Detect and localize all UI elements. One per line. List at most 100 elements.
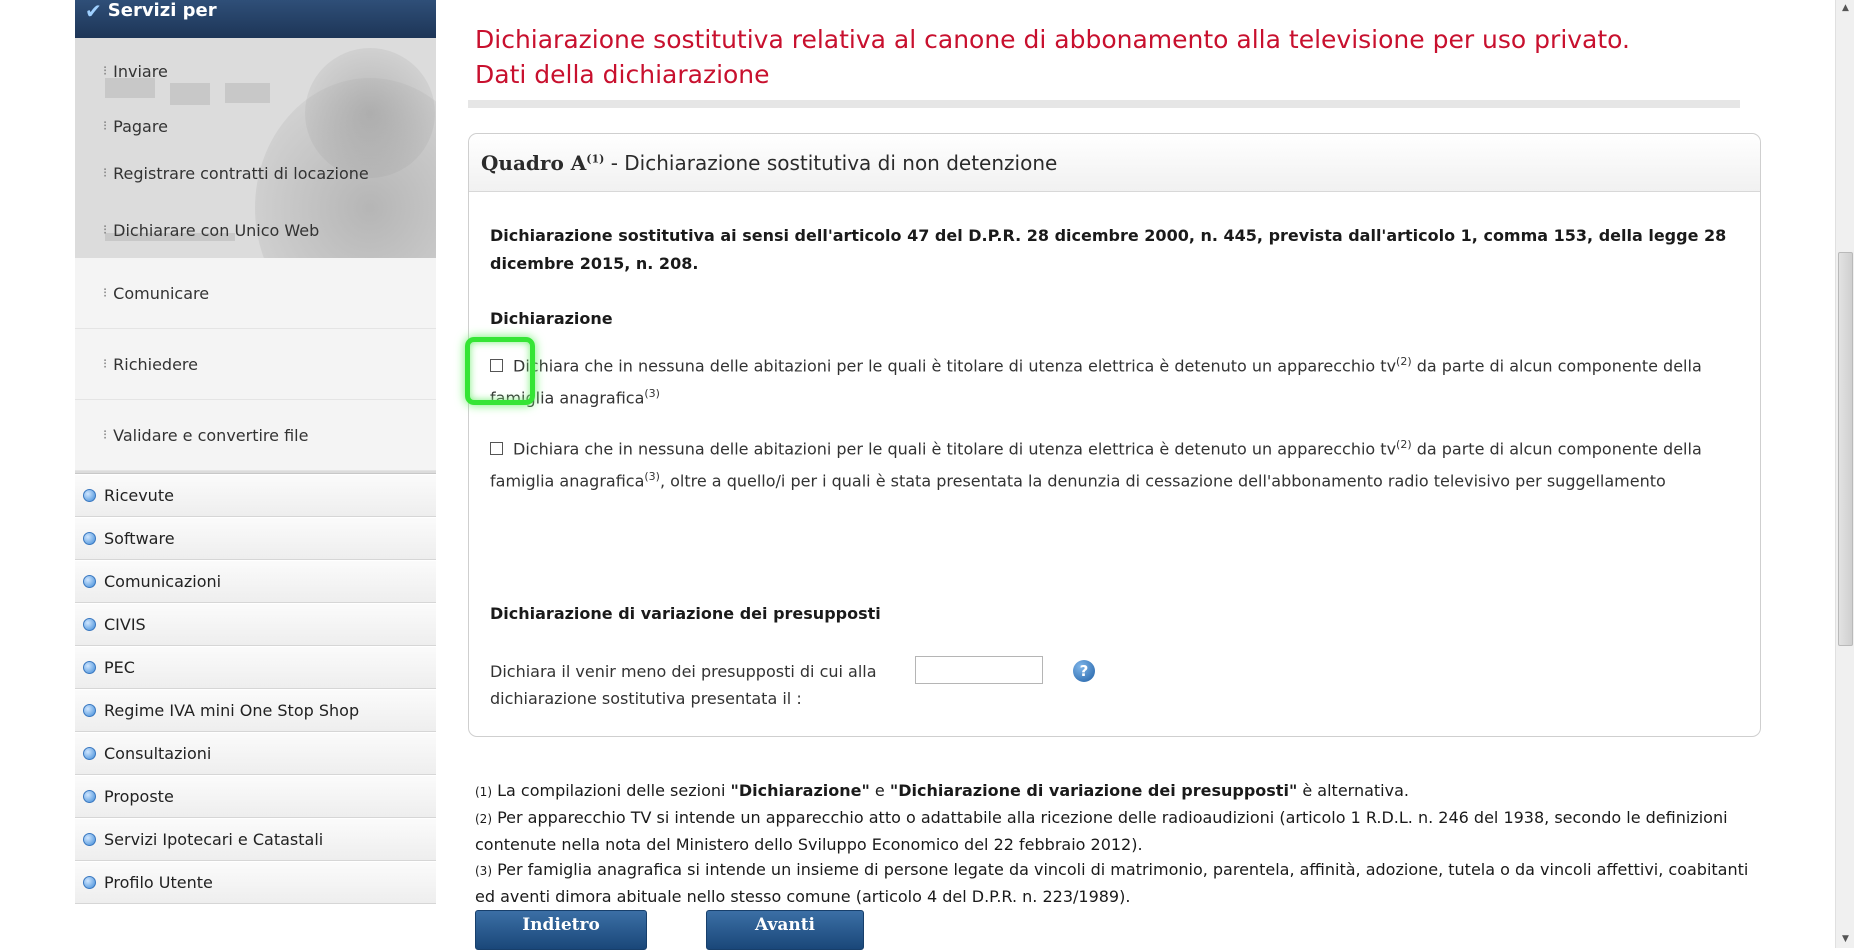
nav-item-pec[interactable]: PEC [75,646,436,689]
services-header: ✔ Servizi per [75,0,436,38]
blue-dot-icon [83,575,96,588]
services-panel: ⁝ Inviare ⁝ Pagare ⁝ Registrare contratt… [75,38,436,474]
quadro-a-panel: Quadro A(1) - Dichiarazione sostitutiva … [465,133,1761,737]
nav-item-software[interactable]: Software [75,517,436,560]
nav-item-comunicazioni[interactable]: Comunicazioni [75,560,436,603]
footnote-text: La compilazioni delle sezioni [492,781,731,800]
nav-label: Comunicazioni [104,572,222,591]
footnotes: (1) La compilazioni delle sezioni "Dichi… [475,778,1765,909]
service-item-validare[interactable]: ⁝ Validare e convertire file [75,400,436,471]
decorative-thumbnail [170,83,210,105]
option-text: Dichiara che in nessuna delle abitazioni… [513,356,1397,376]
service-item-dichiarare[interactable]: ⁝ Dichiarare con Unico Web [103,221,319,240]
footnote-number: (2) [475,812,492,826]
nav-item-civis[interactable]: CIVIS [75,603,436,646]
section-heading-dichiarazione: Dichiarazione [490,309,613,328]
service-item-pagare[interactable]: ⁝ Pagare [103,117,168,136]
sidebar: ✔ Servizi per ⁝ Inviare ⁝ Pagare ⁝ Regis… [75,0,436,948]
footnote-text: e [869,781,890,800]
page-title-line2: Dati della dichiarazione [475,60,770,89]
footnote-ref: (3) [644,470,660,484]
option-text: Dichiara che in nessuna delle abitazioni… [513,439,1397,459]
service-item-richiedere[interactable]: ⁝ Richiedere [75,329,436,400]
bullet-icon: ⁝ [103,356,108,372]
bullet-icon: ⁝ [103,285,108,301]
service-item-comunicare[interactable]: ⁝ Comunicare [75,258,436,329]
bullet-icon: ⁝ [103,427,108,443]
nav-label: PEC [104,658,135,677]
footnote-text: è alternativa. [1297,781,1409,800]
quadro-title: Quadro A [481,151,587,175]
section-heading-variazione: Dichiarazione di variazione dei presuppo… [490,604,881,623]
nav-item-servizi-ipotecari[interactable]: Servizi Ipotecari e Catastali [75,818,436,861]
blue-dot-icon [83,489,96,502]
vertical-scrollbar[interactable]: ▲ ▼ [1835,0,1854,948]
next-button[interactable]: Avanti [706,910,864,950]
blue-dot-icon [83,790,96,803]
bullet-icon: ⁝ [103,119,108,134]
footnote-ref: (2) [1396,438,1412,451]
footnote-number: (1) [475,785,492,799]
quadro-a-header: Quadro A(1) - Dichiarazione sostitutiva … [469,134,1760,192]
footnote-number: (3) [475,864,492,878]
page-title-line1: Dichiarazione sostitutiva relativa al ca… [475,25,1630,54]
blue-dot-icon [83,747,96,760]
blue-dot-icon [83,833,96,846]
bullet-icon: ⁝ [103,64,108,79]
option-suggellamento: Dichiara che in nessuna delle abitazioni… [490,431,1750,496]
decorative-thumbnail [105,78,155,98]
quadro-subtitle: - Dichiarazione sostitutiva di non deten… [604,151,1058,175]
service-item-registrare[interactable]: ⁝ Registrare contratti di locazione [103,164,369,183]
nav-label: Consultazioni [104,744,212,763]
option-non-detenzione-checkbox[interactable] [490,359,503,373]
page-title: Dichiarazione sostitutiva relativa al ca… [475,22,1630,92]
decorative-thumbnail [225,83,270,103]
legal-intro: Dichiarazione sostitutiva ai sensi dell'… [490,226,1727,273]
variation-date-label: Dichiara il venir meno dei presupposti d… [490,662,877,708]
service-label: Richiedere [113,354,198,374]
scrollbar-thumb[interactable] [1838,252,1853,646]
nav-label: Servizi Ipotecari e Catastali [104,830,324,849]
nav-label: Proposte [104,787,174,806]
service-label: Pagare [113,117,168,136]
footnote-2: (2) Per apparecchio TV si intende un app… [475,805,1765,857]
option-suggellamento-checkbox[interactable] [490,442,503,456]
nav-label: Regime IVA mini One Stop Shop [104,701,360,720]
service-label: Comunicare [113,283,210,303]
nav-label: Ricevute [104,486,174,505]
nav-item-proposte[interactable]: Proposte [75,775,436,818]
option-text: , oltre a quello/i per i quali è stata p… [659,471,1666,491]
blue-dot-icon [83,532,96,545]
back-button[interactable]: Indietro [475,910,647,950]
service-label: Registrare contratti di locazione [113,164,369,183]
nav-label: Software [104,529,175,548]
variation-date-input[interactable] [915,656,1043,684]
service-label: Validare e convertire file [113,425,309,445]
scroll-down-icon[interactable]: ▼ [1836,931,1854,948]
nav-label: CIVIS [104,615,146,634]
footnote-bold: "Dichiarazione" [730,781,870,800]
footnote-ref: (1) [586,152,605,166]
question-mark-icon[interactable]: ? [1073,660,1095,682]
service-label: Dichiarare con Unico Web [113,221,320,240]
blue-dot-icon [83,704,96,717]
bullet-icon: ⁝ [103,223,108,238]
blue-dot-icon [83,661,96,674]
blue-dot-icon [83,876,96,889]
footnote-ref: (2) [1396,355,1412,368]
decorative-figure [305,48,435,178]
service-item-inviare[interactable]: ⁝ Inviare [103,62,168,81]
nav-item-regime-iva[interactable]: Regime IVA mini One Stop Shop [75,689,436,732]
footnote-ref: (3) [644,387,660,401]
main-content: Dichiarazione sostitutiva relativa al ca… [465,0,1788,950]
bullet-icon: ⁝ [103,166,108,181]
service-label: Inviare [113,62,168,81]
scroll-up-icon[interactable]: ▲ [1836,0,1854,17]
footnote-text: Per apparecchio TV si intende un apparec… [475,808,1728,854]
nav-item-ricevute[interactable]: Ricevute [75,474,436,517]
nav-label: Profilo Utente [104,873,213,892]
nav-item-profilo-utente[interactable]: Profilo Utente [75,861,436,904]
sidebar-nav: Ricevute Software Comunicazioni CIVIS PE… [75,474,436,904]
title-divider [468,100,1740,108]
nav-item-consultazioni[interactable]: Consultazioni [75,732,436,775]
